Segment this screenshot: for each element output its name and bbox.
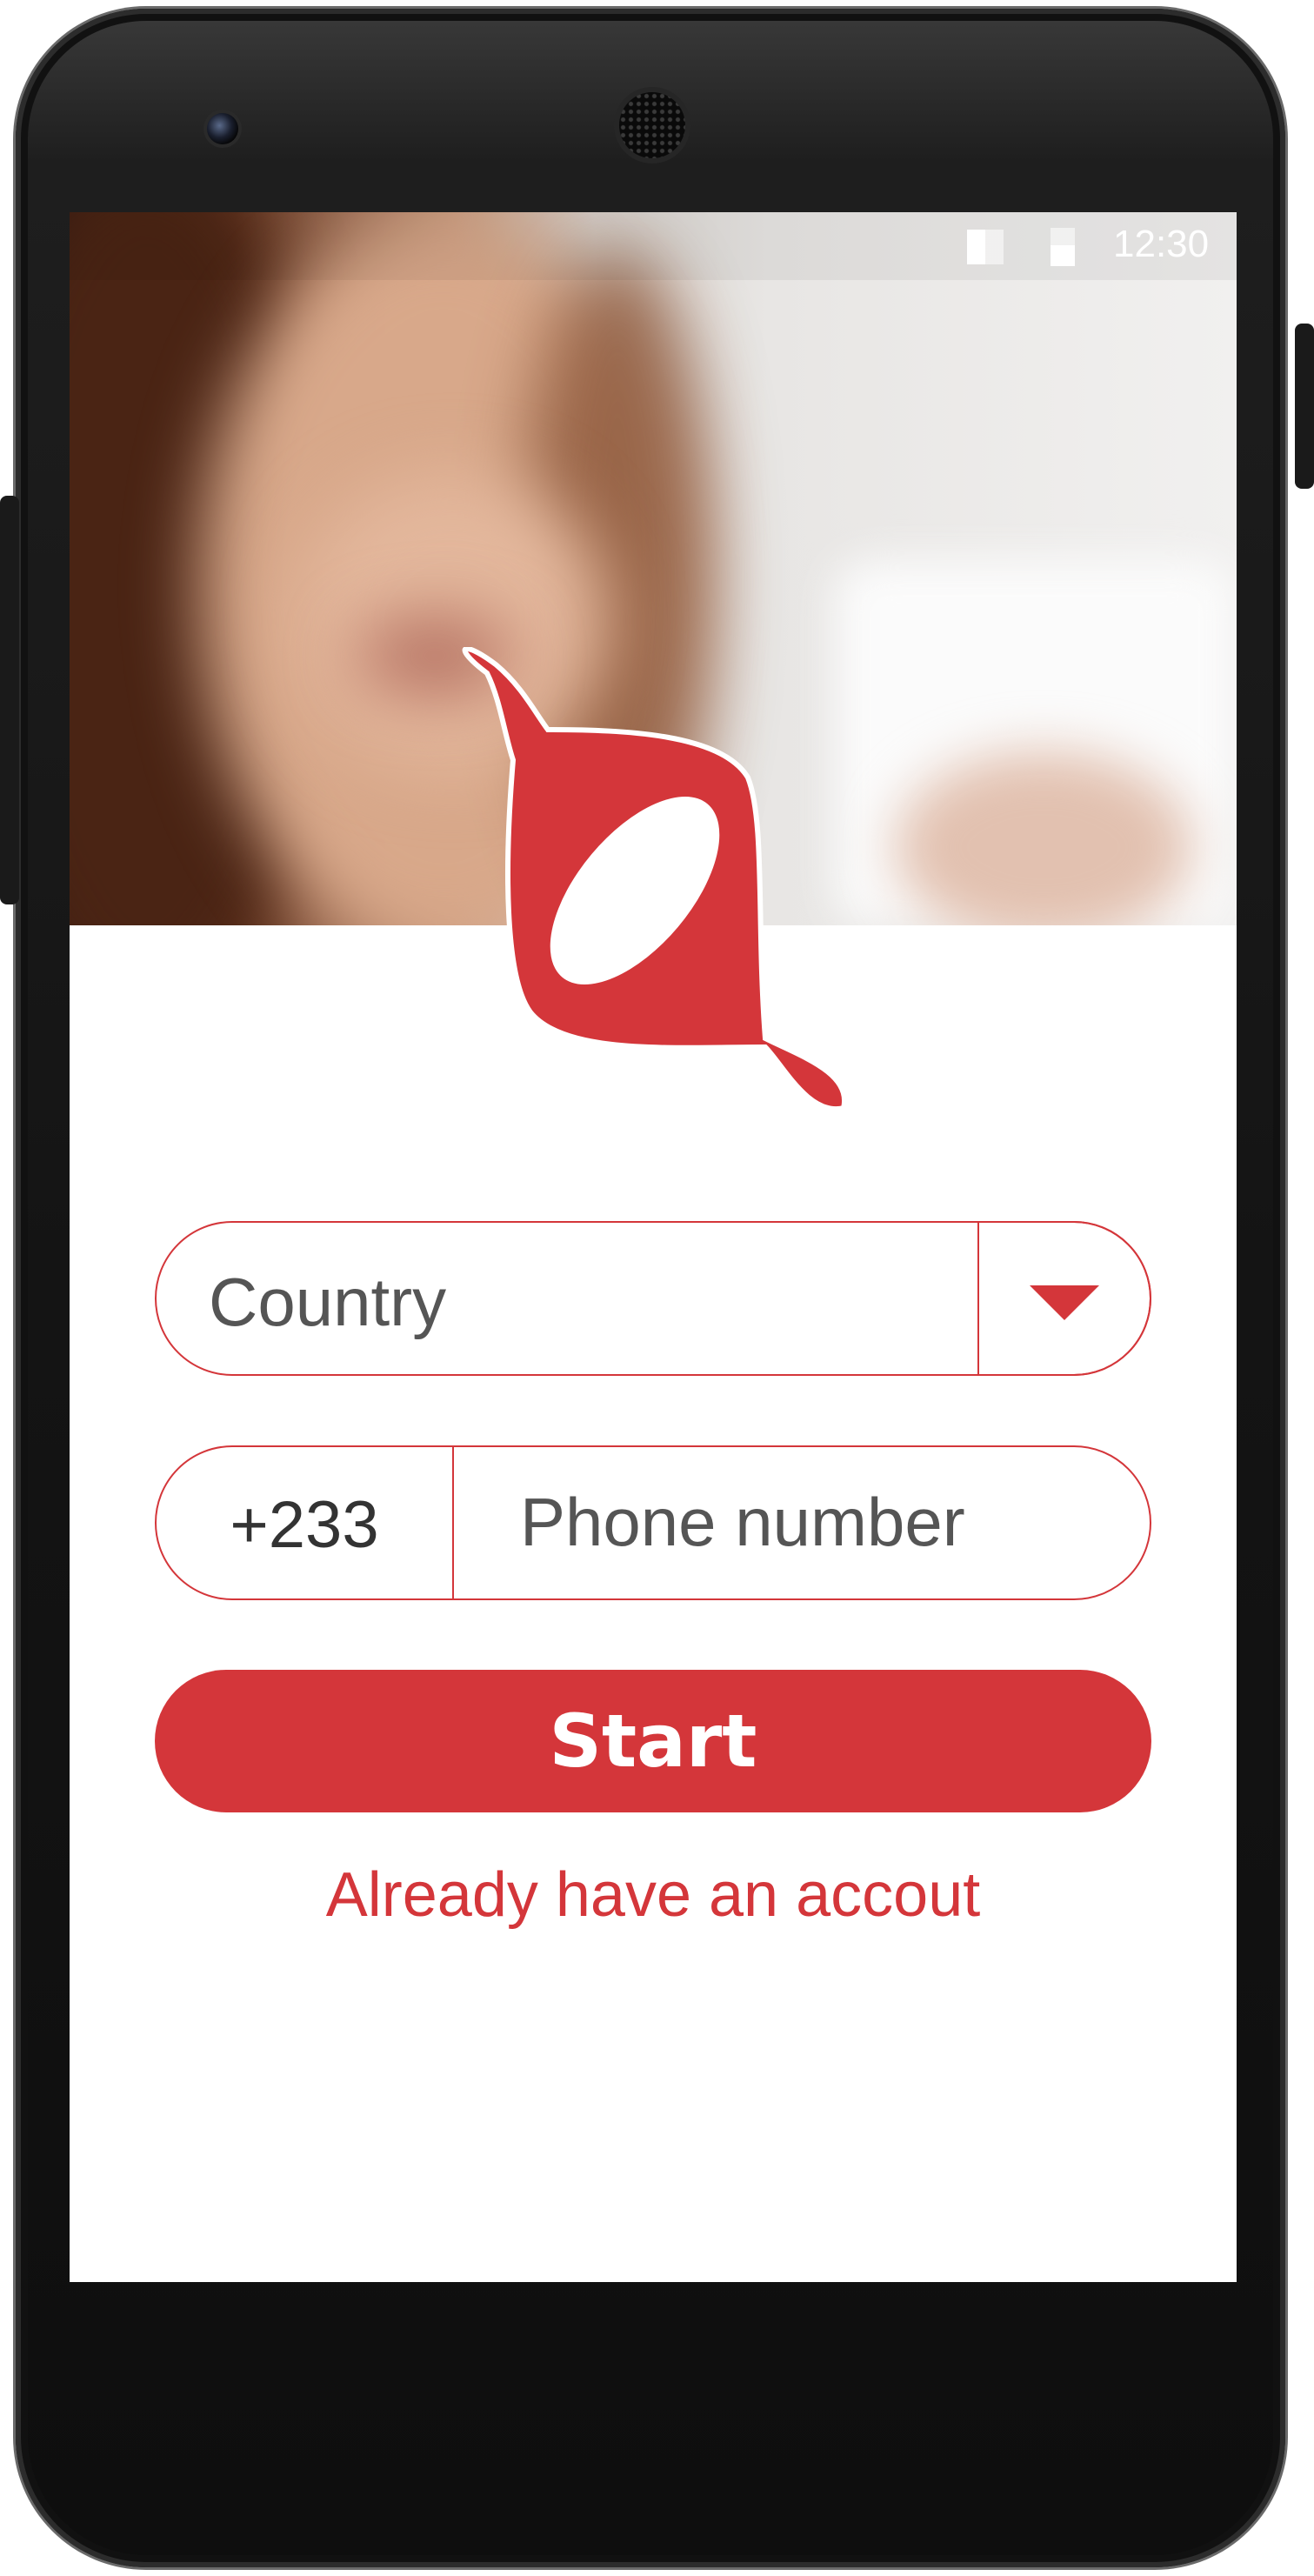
front-camera: [207, 113, 238, 144]
triangle-down-icon: [1030, 1285, 1099, 1320]
status-bar: 12:30: [70, 212, 1237, 280]
screen: 12:30 Country +233 Start Already have an…: [70, 212, 1237, 2282]
app-logo-icon: [462, 647, 848, 1112]
phone-field: +233: [155, 1445, 1151, 1600]
power-button: [1295, 324, 1314, 489]
country-dropdown-button[interactable]: [977, 1221, 1151, 1376]
country-code[interactable]: +233: [157, 1447, 454, 1598]
country-code-text: +233: [230, 1488, 379, 1562]
country-select[interactable]: Country: [155, 1221, 1151, 1376]
earpiece-speaker: [619, 92, 685, 158]
status-time: 12:30: [1113, 223, 1210, 265]
volume-button: [0, 496, 19, 904]
signin-link[interactable]: Already have an accout: [70, 1859, 1237, 1931]
signal-icon: [967, 230, 1004, 264]
phone-number-input[interactable]: [456, 1449, 1117, 1595]
battery-icon: [1051, 228, 1075, 266]
country-placeholder: Country: [209, 1264, 447, 1340]
start-button[interactable]: Start: [155, 1670, 1151, 1812]
